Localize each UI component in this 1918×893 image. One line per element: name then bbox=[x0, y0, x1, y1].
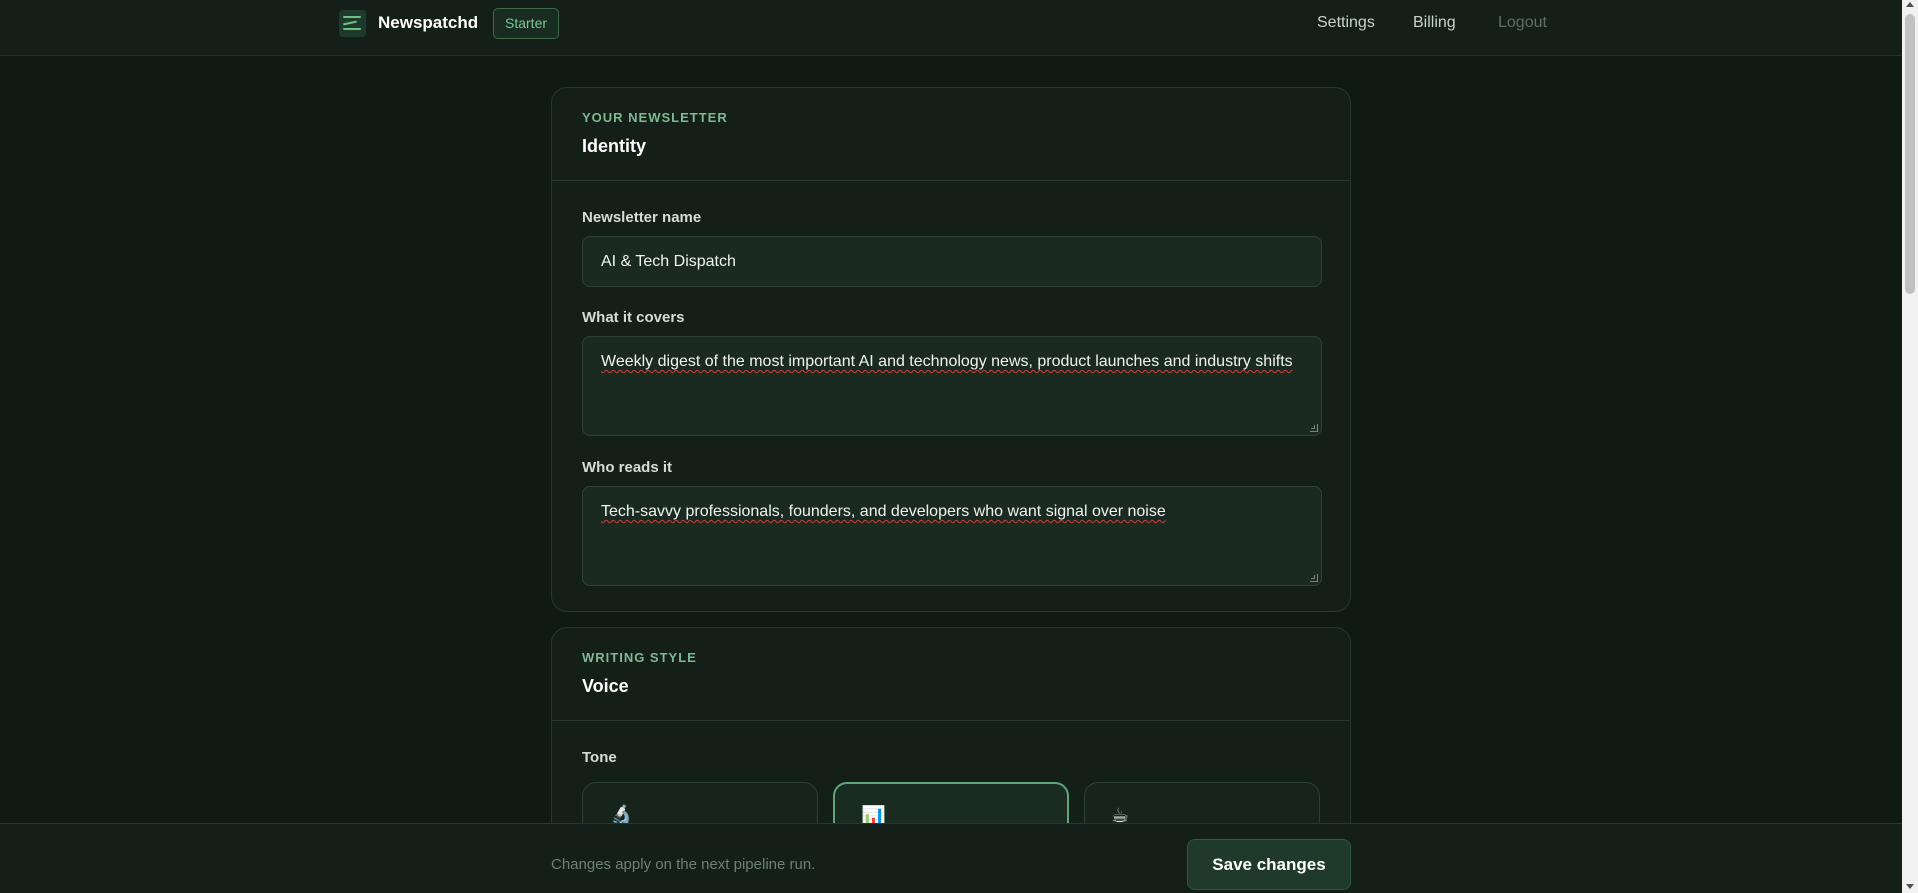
covers-label: What it covers bbox=[582, 309, 685, 326]
brand-name[interactable]: Newspatchd bbox=[378, 13, 478, 33]
nav-logout-link[interactable]: Logout bbox=[1498, 14, 1547, 32]
covers-text: Weekly digest of the most important AI a… bbox=[601, 353, 1293, 370]
scroll-down-arrow-icon[interactable] bbox=[1906, 884, 1914, 889]
plan-badge: Starter bbox=[493, 8, 560, 39]
newsletter-name-label: Newsletter name bbox=[582, 209, 702, 226]
identity-card: YOUR NEWSLETTER Identity Newsletter name… bbox=[551, 87, 1351, 612]
readers-label: Who reads it bbox=[582, 459, 673, 476]
identity-eyebrow: YOUR NEWSLETTER bbox=[582, 110, 728, 125]
nav-settings-link[interactable]: Settings bbox=[1317, 14, 1375, 32]
save-changes-button[interactable]: Save changes bbox=[1187, 839, 1351, 890]
resize-grip-icon[interactable] bbox=[1310, 574, 1318, 582]
brand-logo-icon[interactable] bbox=[339, 10, 366, 37]
voice-card-header: WRITING STYLE Voice bbox=[552, 628, 1350, 721]
readers-textarea[interactable]: Tech-savvy professionals, founders, and … bbox=[582, 486, 1322, 586]
covers-textarea[interactable]: Weekly digest of the most important AI a… bbox=[582, 336, 1322, 436]
resize-grip-icon[interactable] bbox=[1310, 424, 1318, 432]
identity-card-header: YOUR NEWSLETTER Identity bbox=[552, 88, 1350, 181]
scrollbar-thumb[interactable] bbox=[1905, 14, 1915, 294]
top-navbar: Newspatchd Starter Settings Billing Logo… bbox=[0, 0, 1902, 56]
voice-title: Voice bbox=[582, 676, 629, 696]
tone-label: Tone bbox=[582, 749, 617, 766]
readers-text: Tech-savvy professionals, founders, and … bbox=[601, 503, 1166, 520]
nav-billing-link[interactable]: Billing bbox=[1413, 14, 1456, 32]
scroll-up-arrow-icon[interactable] bbox=[1906, 2, 1914, 7]
voice-eyebrow: WRITING STYLE bbox=[582, 650, 697, 665]
save-hint-text: Changes apply on the next pipeline run. bbox=[551, 856, 816, 873]
identity-title: Identity bbox=[582, 136, 647, 156]
newsletter-name-input[interactable]: AI & Tech Dispatch bbox=[582, 236, 1322, 287]
save-bar: Changes apply on the next pipeline run. … bbox=[0, 823, 1902, 893]
